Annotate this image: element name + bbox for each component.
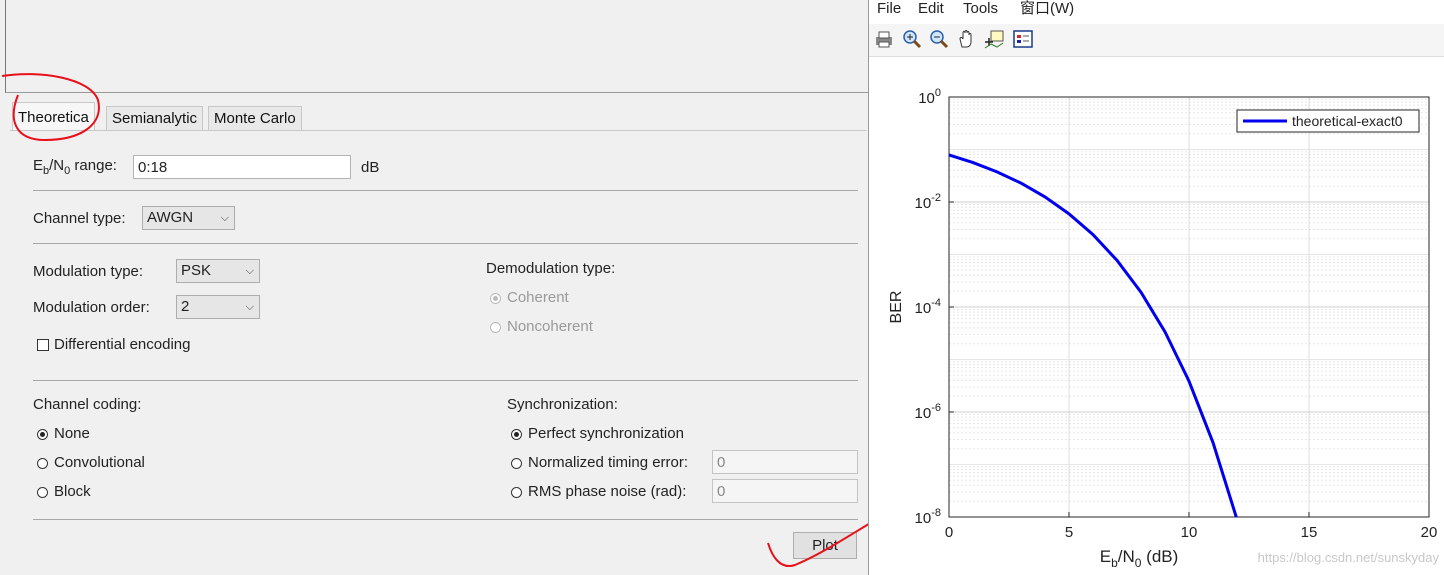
y-tick-label: 10-2	[915, 192, 941, 212]
menu-file[interactable]: File	[877, 0, 901, 18]
zoom-out-icon[interactable]	[928, 28, 950, 50]
x-axis-label: Eb/N0 (dB)	[1100, 547, 1179, 570]
menu-edit[interactable]: Edit	[918, 0, 944, 18]
x-tick-label: 15	[1301, 524, 1318, 541]
legend-entry-theoretical-exact0: theoretical-exact0	[1292, 113, 1403, 129]
y-tick-label: 10-6	[915, 402, 941, 422]
menu-tools[interactable]: Tools	[963, 0, 998, 18]
data-cursor-icon[interactable]	[983, 28, 1005, 50]
x-tick-label: 20	[1421, 524, 1438, 541]
legend-icon[interactable]	[1012, 28, 1034, 50]
watermark: https://blog.csdn.net/sunskyday	[1258, 550, 1440, 565]
pan-hand-icon[interactable]	[956, 28, 978, 50]
y-tick-label: 100	[918, 87, 941, 107]
figure-menubar: File Edit Tools 窗口(W)	[869, 0, 1444, 22]
x-tick-label: 0	[945, 524, 953, 541]
y-axis-label: BER	[888, 291, 905, 324]
figure-window: File Edit Tools 窗口(W) 0 5 10 15 20 100 10-2 10-…	[868, 0, 1444, 575]
red-annotation-marks	[1, 73, 883, 568]
print-icon[interactable]	[873, 28, 895, 50]
menu-window[interactable]: 窗口(W)	[1020, 0, 1074, 18]
x-tick-label: 5	[1065, 524, 1073, 541]
legend: theoretical-exact0	[1236, 109, 1420, 133]
series-line-theoretical-exact0	[948, 153, 1238, 518]
y-tick-label: 10-8	[915, 507, 941, 527]
y-tick-label: 10-4	[915, 297, 941, 317]
zoom-in-icon[interactable]	[901, 28, 923, 50]
figure-toolbar	[869, 24, 1444, 57]
ber-chart: 0 5 10 15 20 100 10-2 10-4 10-6 10-8 theoretical-…	[888, 87, 1440, 570]
x-tick-label: 10	[1181, 524, 1198, 541]
